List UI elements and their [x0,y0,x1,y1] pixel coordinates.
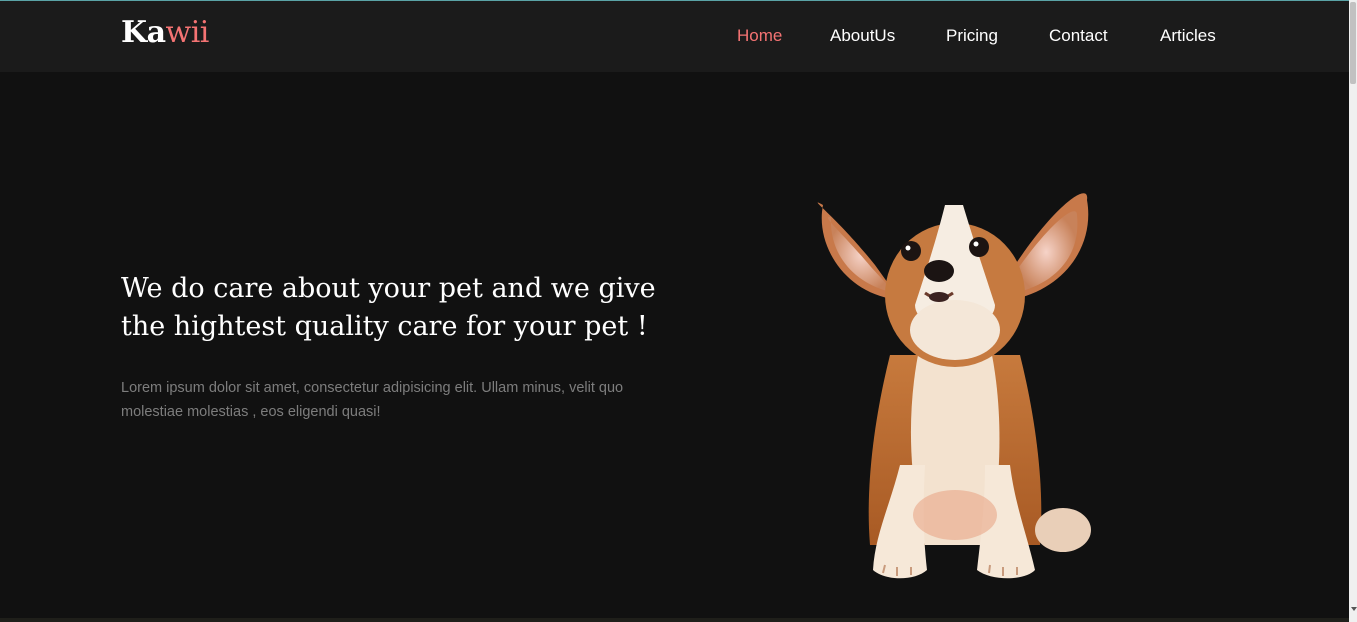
nav-item-articles[interactable]: Articles [1160,26,1216,46]
main-nav: Home AboutUs Pricing Contact Articles [0,26,1349,48]
nav-item-home[interactable]: Home [737,26,782,46]
hero-description: Lorem ipsum dolor sit amet, consectetur … [121,380,624,420]
nav-item-aboutus[interactable]: AboutUs [830,26,895,46]
nav-item-contact[interactable]: Contact [1049,26,1108,46]
corgi-puppy-image [817,193,1091,579]
page: Kawii Home AboutUs Pricing Contact Artic… [0,0,1357,622]
scrollbar-thumb[interactable] [1350,2,1356,84]
section-divider [0,618,1349,622]
scroll-down-arrow-icon[interactable] [1351,607,1357,611]
hero-title: We do care about your pet and we give th… [121,273,656,342]
vertical-scrollbar[interactable] [1349,0,1357,622]
nav-item-pricing[interactable]: Pricing [946,26,998,46]
